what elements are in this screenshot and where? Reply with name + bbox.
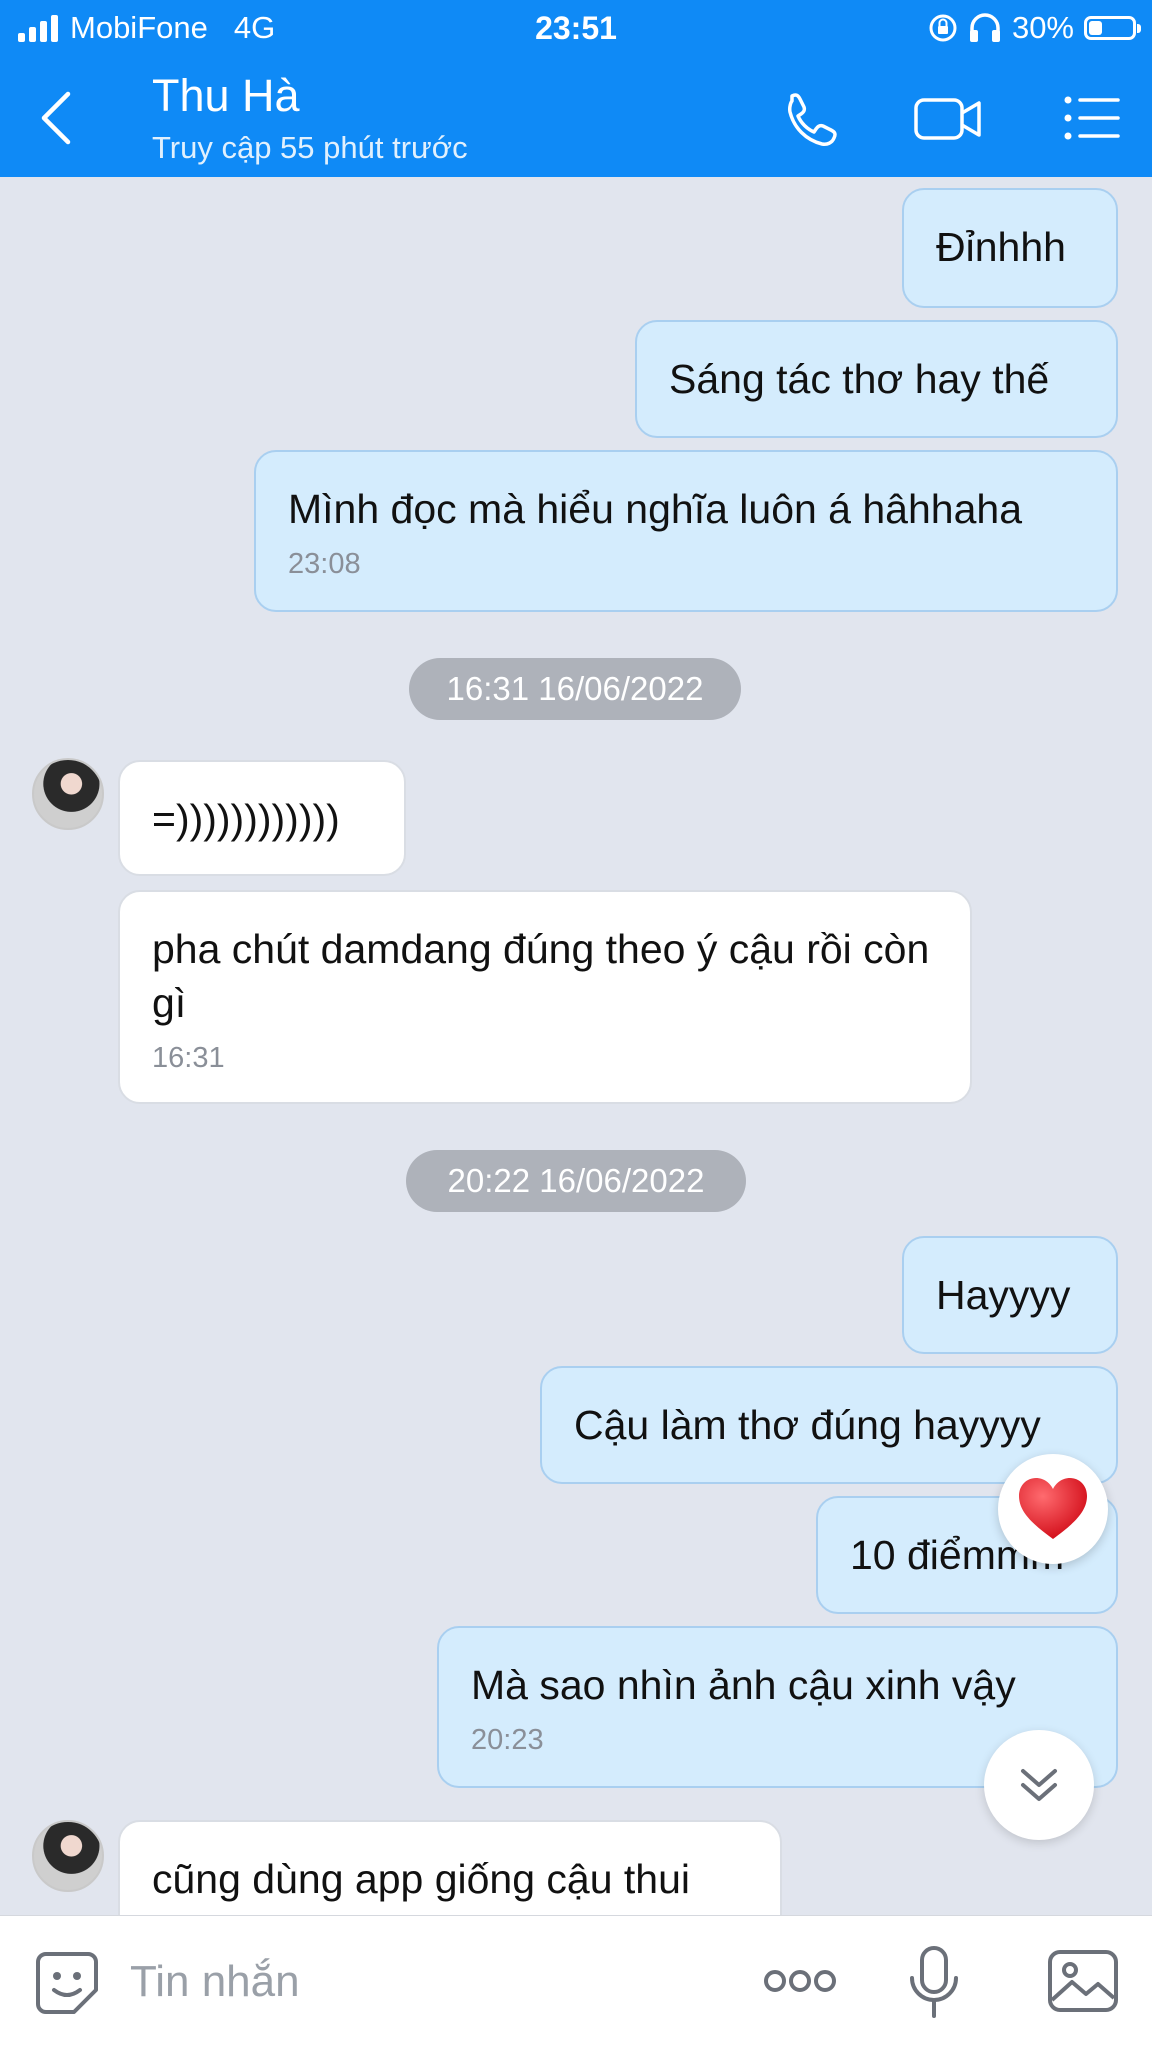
message-bubble-received[interactable]: pha chút damdang đúng theo ý cậu rồi còn… — [118, 890, 972, 1104]
message-text: =)))))))))))) — [152, 796, 340, 842]
message-time: 23:08 — [288, 548, 361, 580]
message-time: 20:23 — [471, 1724, 544, 1756]
message-text: Mình đọc mà hiểu nghĩa luôn á hâhhaha — [288, 486, 1022, 532]
contact-name[interactable]: Thu Hà — [152, 70, 300, 122]
date-divider: 16:31 16/06/2022 — [409, 658, 741, 720]
avatar[interactable] — [32, 758, 104, 830]
message-bubble-received[interactable]: =)))))))))))) — [118, 760, 406, 876]
image-icon[interactable] — [1046, 1948, 1120, 2014]
microphone-icon[interactable] — [906, 1944, 962, 2020]
double-chevron-down-icon — [1021, 1769, 1057, 1801]
battery-icon — [1084, 16, 1141, 40]
message-text: cũng dùng app giống cậu thui — [152, 1856, 691, 1902]
message-input[interactable] — [128, 1946, 732, 2018]
headphones-icon — [969, 13, 1000, 42]
message-text: Đỉnhhh — [936, 224, 1066, 270]
date-divider: 20:22 16/06/2022 — [406, 1150, 746, 1212]
message-text: Sáng tác thơ hay thế — [669, 356, 1050, 402]
status-bar-right: 30% — [928, 10, 1141, 46]
message-text: Cậu làm thơ đúng hayyyy — [574, 1402, 1041, 1448]
orientation-lock-icon — [929, 14, 957, 42]
video-call-icon[interactable] — [912, 88, 984, 148]
more-dots-icon[interactable] — [762, 1966, 838, 1996]
message-text: pha chút damdang đúng theo ý cậu rồi còn… — [152, 926, 930, 1026]
message-text: Mà sao nhìn ảnh cậu xinh vậy — [471, 1662, 1016, 1708]
message-input-bar — [0, 1915, 1152, 2049]
sticker-icon[interactable] — [34, 1950, 100, 2016]
battery-percent: 30% — [1011, 10, 1074, 45]
contact-last-seen: Truy cập 55 phút trước — [152, 130, 468, 165]
message-bubble-sent[interactable]: Mình đọc mà hiểu nghĩa luôn á hâhhaha 23… — [254, 450, 1118, 612]
back-arrow-icon[interactable] — [36, 88, 76, 148]
phone-icon[interactable] — [778, 88, 842, 148]
reaction-heart-button[interactable] — [998, 1454, 1108, 1564]
heart-icon — [1019, 1478, 1087, 1539]
message-bubble-sent[interactable]: Sáng tác thơ hay thế — [635, 320, 1118, 438]
battery-level — [1089, 21, 1102, 35]
scroll-to-bottom-button[interactable] — [984, 1730, 1094, 1840]
message-bubble-sent[interactable]: Đỉnhhh — [902, 188, 1118, 308]
message-time: 16:31 — [152, 1042, 225, 1074]
top-bar: MobiFone 4G 23:51 30% Thu Hà Truy cập 55… — [0, 0, 1152, 177]
menu-list-icon[interactable] — [1060, 88, 1124, 148]
message-bubble-sent[interactable]: Hayyyy — [902, 1236, 1118, 1354]
message-text: Hayyyy — [936, 1272, 1071, 1318]
avatar[interactable] — [32, 1820, 104, 1892]
